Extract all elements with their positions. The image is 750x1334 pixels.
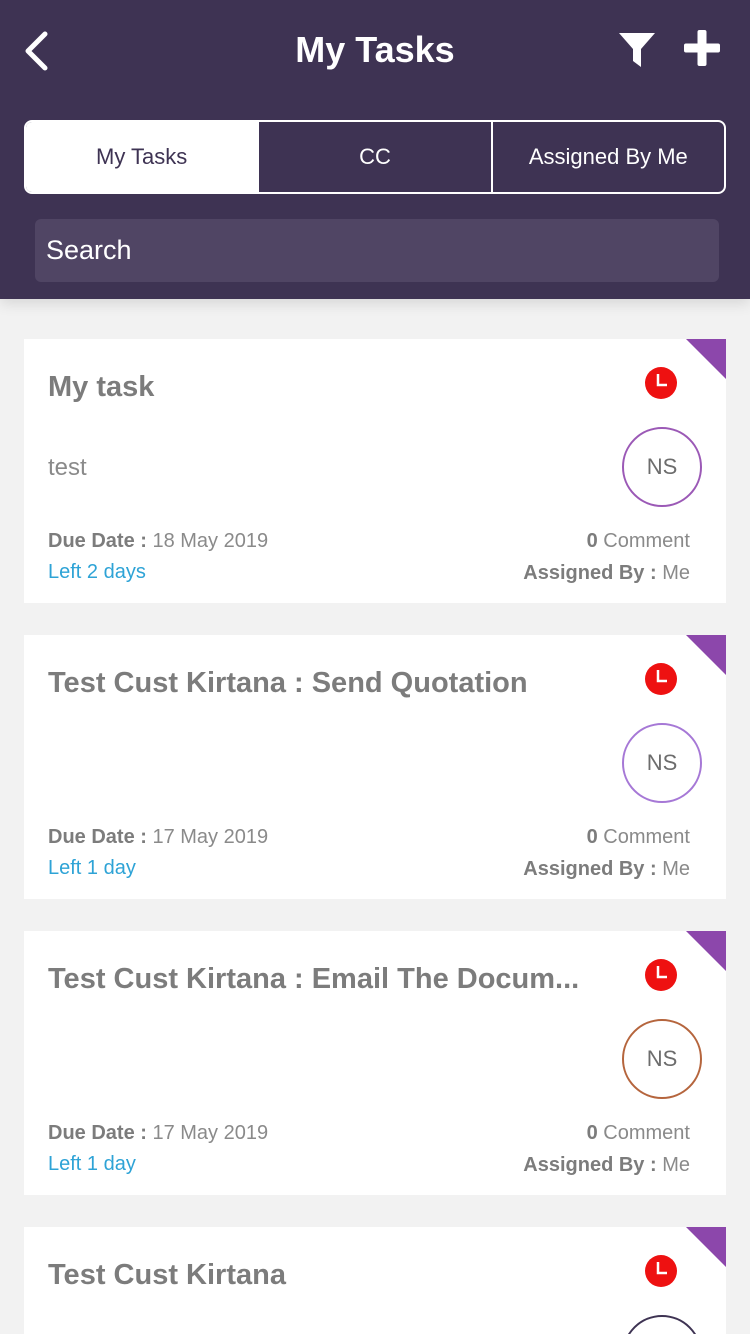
clock-icon	[645, 367, 677, 399]
clock-icon	[645, 1255, 677, 1287]
comment-label: Comment	[603, 826, 690, 848]
time-left-link[interactable]: Left 1 day	[48, 1152, 136, 1176]
due-date: Due Date : 17 May 2019	[48, 825, 268, 849]
card-corner-flag	[686, 339, 726, 379]
task-card[interactable]: Test Cust Kirtana : Email The Docum... N…	[24, 931, 726, 1195]
task-description: test	[48, 454, 87, 481]
card-corner-flag	[686, 931, 726, 971]
task-card[interactable]: Test Cust Kirtana : Send Quotation NS Du…	[24, 635, 726, 899]
task-title: Test Cust Kirtana : Email The Docum...	[48, 963, 580, 995]
due-date: Due Date : 18 May 2019	[48, 529, 268, 553]
comment-count-value: 0	[586, 826, 598, 848]
clock-icon	[645, 663, 677, 695]
comment-label: Comment	[603, 530, 690, 552]
task-title: Test Cust Kirtana : Send Quotation	[48, 667, 528, 699]
due-date-value: 17 May 2019	[152, 826, 269, 848]
add-task-button[interactable]	[680, 26, 724, 70]
filter-button[interactable]	[614, 28, 660, 72]
card-corner-flag	[686, 635, 726, 675]
due-date-label: Due Date :	[48, 1122, 147, 1144]
task-title: Test Cust Kirtana	[48, 1259, 286, 1291]
assigned-by-value: Me	[662, 1154, 690, 1176]
due-date-label: Due Date :	[48, 826, 147, 848]
due-date-label: Due Date :	[48, 530, 147, 552]
assigned-by-value: Me	[662, 562, 690, 584]
task-filter-tabs: My Tasks CC Assigned By Me	[24, 120, 726, 194]
assigned-by: Assigned By : Me	[523, 857, 690, 881]
plus-icon	[684, 30, 720, 66]
assigned-by-value: Me	[662, 858, 690, 880]
filter-icon	[619, 33, 655, 67]
time-left-link[interactable]: Left 2 days	[48, 560, 146, 584]
comment-count[interactable]: 0 Comment	[587, 1121, 690, 1145]
tab-my-tasks[interactable]: My Tasks	[26, 122, 258, 192]
assigned-by: Assigned By : Me	[523, 561, 690, 585]
task-card[interactable]: My task test NS Due Date : 18 May 2019 L…	[24, 339, 726, 603]
comment-label: Comment	[603, 1122, 690, 1144]
app-header: My Tasks My Tasks CC Assigned By Me	[0, 0, 750, 299]
tab-cc[interactable]: CC	[257, 122, 490, 192]
avatar: NS	[622, 427, 702, 507]
due-date-value: 17 May 2019	[152, 1122, 269, 1144]
assigned-by: Assigned By : Me	[523, 1153, 690, 1177]
assigned-by-label: Assigned By :	[523, 562, 657, 584]
comment-count-value: 0	[586, 1122, 598, 1144]
avatar: NS	[622, 1019, 702, 1099]
assigned-by-label: Assigned By :	[523, 858, 657, 880]
avatar	[622, 1315, 702, 1334]
clock-icon	[645, 959, 677, 991]
card-corner-flag	[686, 1227, 726, 1267]
task-title: My task	[48, 371, 155, 403]
assigned-by-label: Assigned By :	[523, 1154, 657, 1176]
due-date-value: 18 May 2019	[152, 530, 269, 552]
search-input[interactable]	[35, 219, 719, 282]
comment-count-value: 0	[586, 530, 598, 552]
comment-count[interactable]: 0 Comment	[587, 825, 690, 849]
comment-count[interactable]: 0 Comment	[587, 529, 690, 553]
due-date: Due Date : 17 May 2019	[48, 1121, 268, 1145]
avatar: NS	[622, 723, 702, 803]
task-card[interactable]: Test Cust Kirtana	[24, 1227, 726, 1334]
tab-assigned-by-me[interactable]: Assigned By Me	[490, 122, 724, 192]
time-left-link[interactable]: Left 1 day	[48, 856, 136, 880]
